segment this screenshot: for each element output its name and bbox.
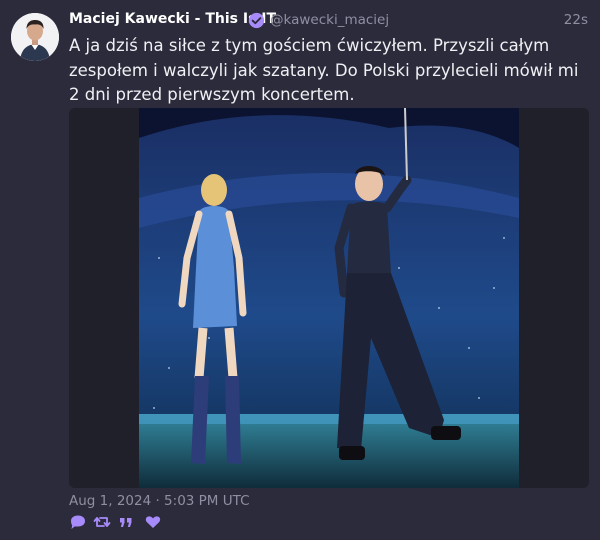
author-handle[interactable]: @kawecki_maciej	[270, 12, 389, 28]
quote-icon	[120, 518, 132, 527]
reply-button[interactable]	[69, 513, 87, 531]
heart-icon	[145, 516, 161, 528]
verified-badge-icon	[248, 12, 265, 29]
quote-button[interactable]	[117, 513, 135, 531]
relative-time[interactable]: 22s	[564, 12, 588, 28]
post-header: Maciej Kawecki - This Is IT @kawecki_mac…	[69, 11, 588, 31]
post-timestamp[interactable]: Aug 1, 2024 · 5:03 PM UTC	[69, 493, 250, 509]
post-media[interactable]	[69, 108, 589, 488]
speech-bubble-icon	[71, 515, 85, 529]
avatar[interactable]	[11, 13, 59, 61]
author-name[interactable]: Maciej Kawecki - This Is IT	[69, 11, 276, 27]
like-button[interactable]	[144, 513, 162, 531]
concert-photo	[139, 108, 519, 488]
retweet-icon	[93, 517, 111, 527]
post-text: A ja dziś na siłce z tym gościem ćwiczył…	[69, 36, 579, 104]
repost-button[interactable]	[93, 513, 111, 531]
